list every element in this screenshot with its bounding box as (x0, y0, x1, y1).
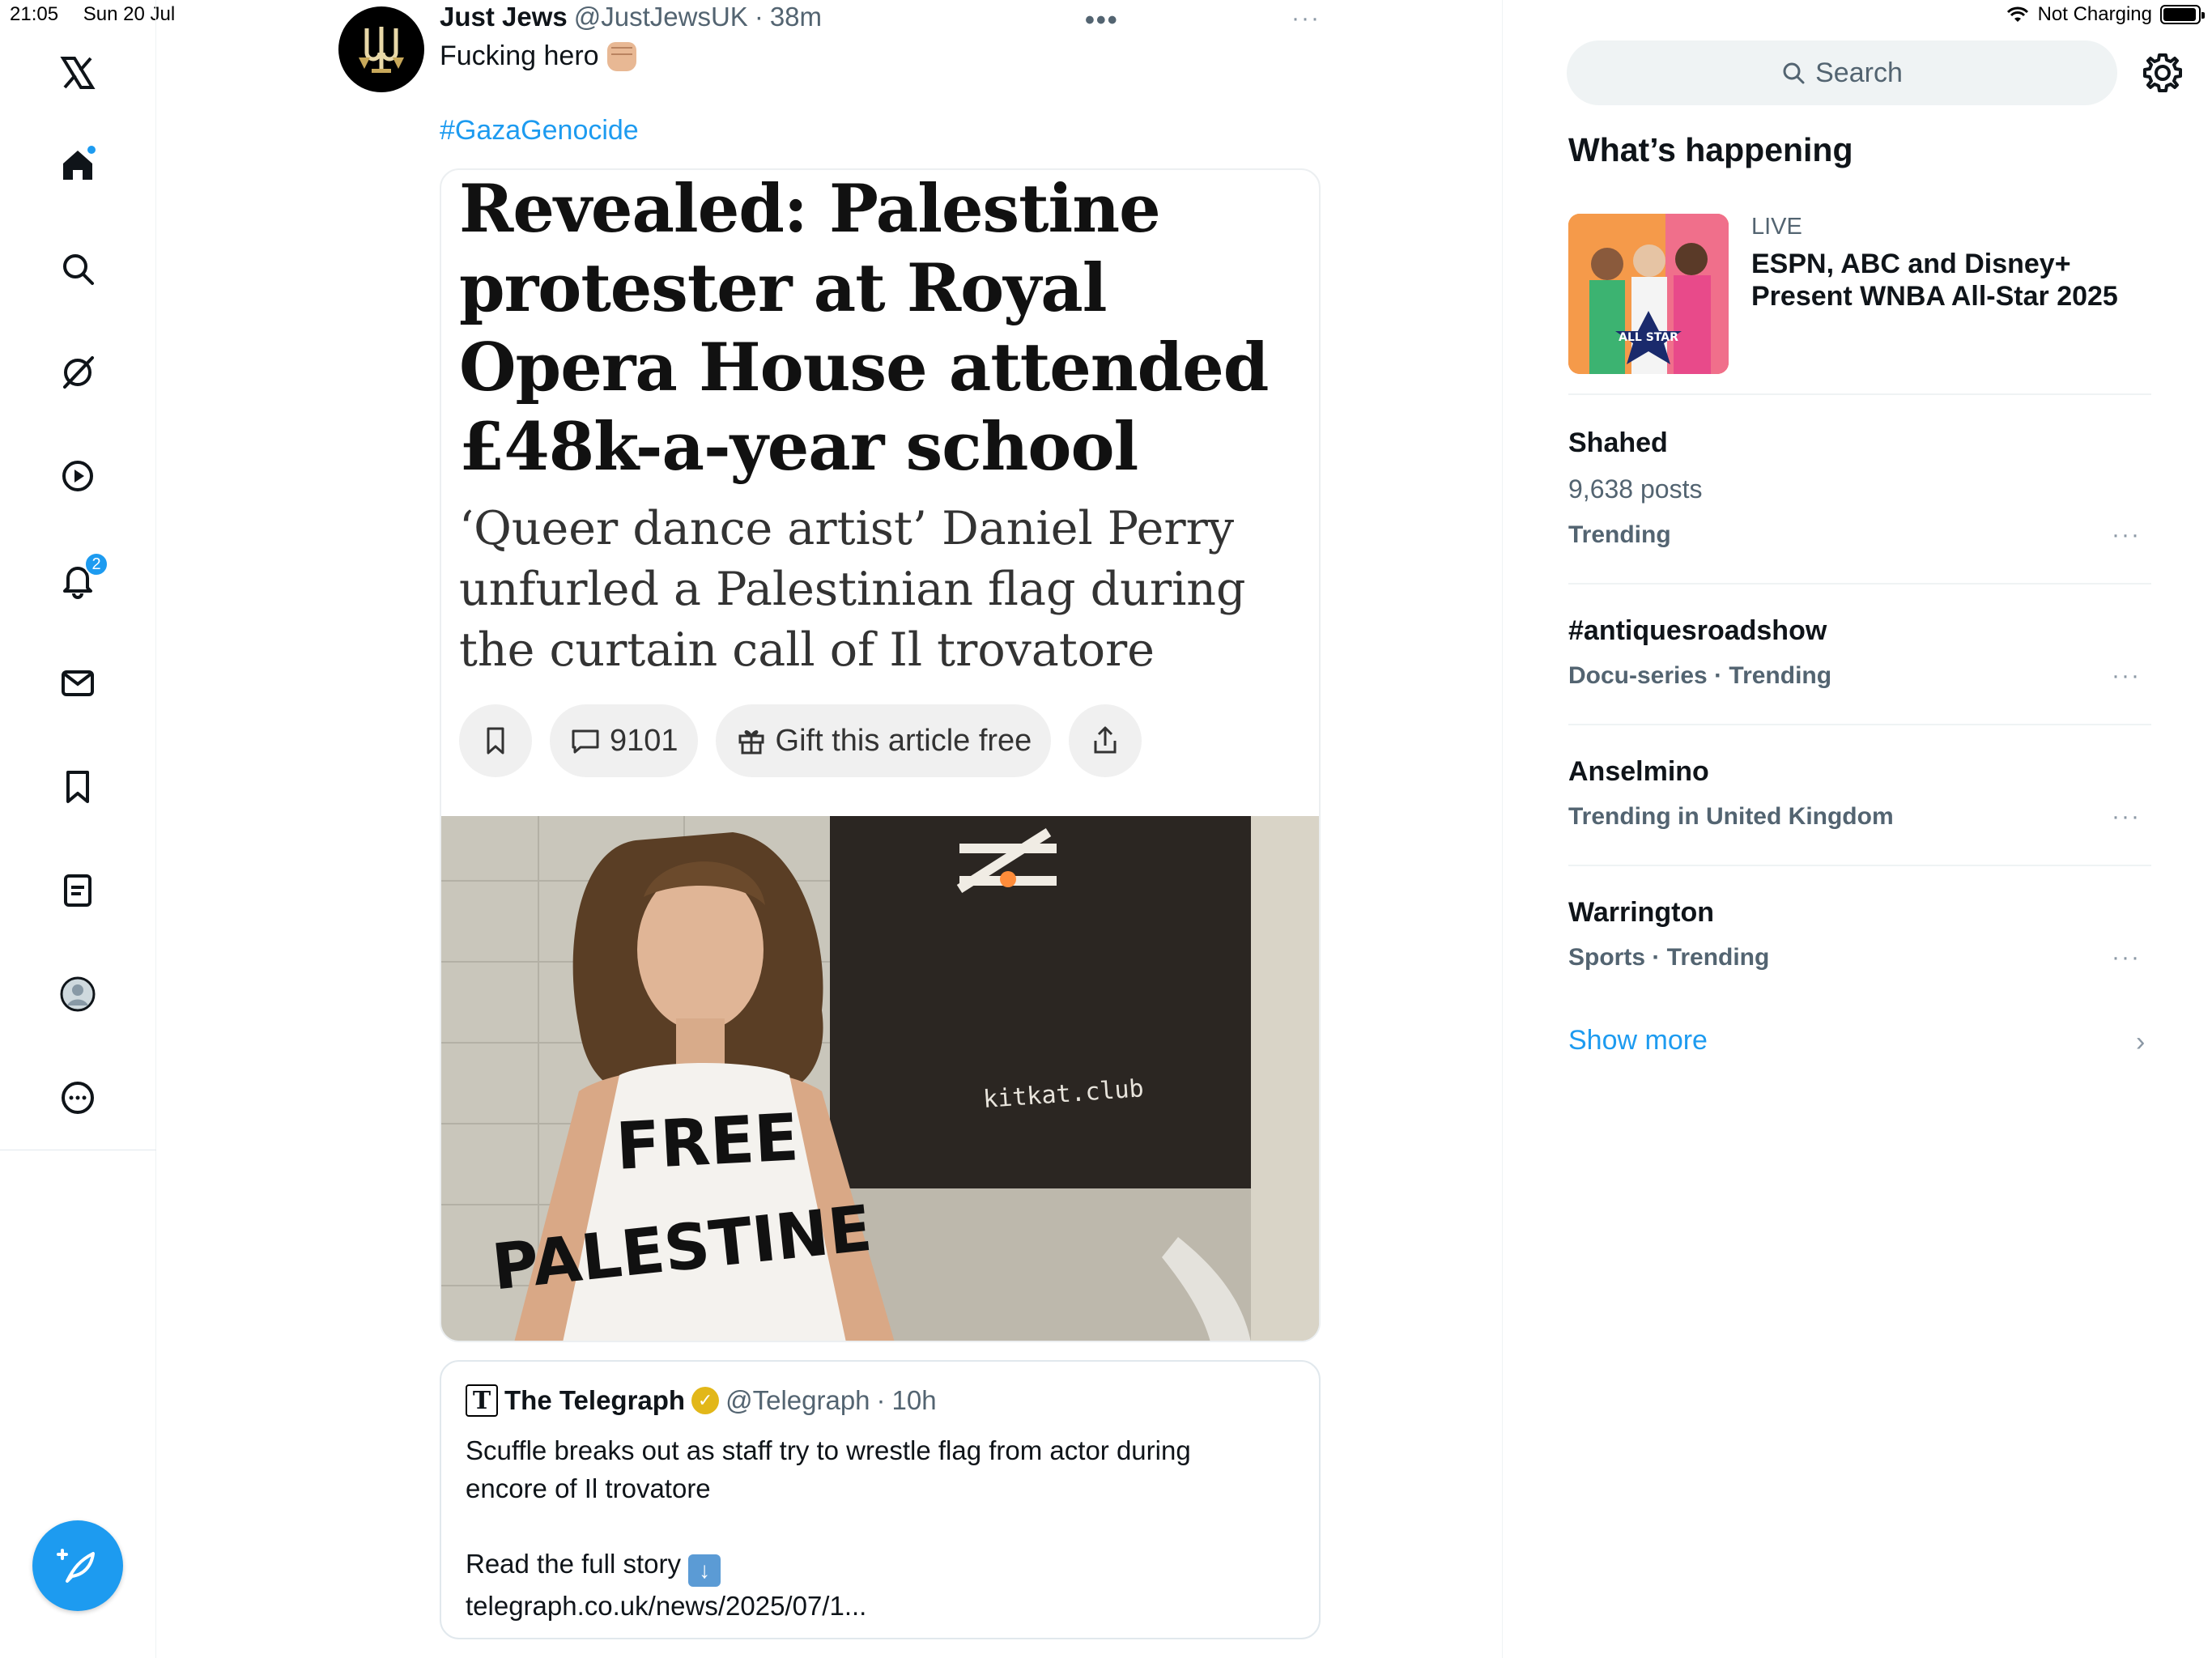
share-icon (1094, 726, 1117, 754)
trend-more-button[interactable]: ··· (2112, 662, 2141, 690)
notifications-icon[interactable]: 2 (45, 547, 110, 612)
protester-photo: kitkat.club FREE PALESTINE (441, 816, 1319, 1341)
lists-icon[interactable] (45, 858, 110, 923)
article-screenshot-card[interactable]: Revealed: Palestine protester at Royal O… (440, 168, 1321, 1342)
quoted-link[interactable]: telegraph.co.uk/news/2025/07/1... (466, 1587, 1275, 1625)
photo-shirt-text-line1: FREE (615, 1099, 801, 1184)
battery-icon (2160, 5, 2205, 24)
bookmarks-icon[interactable] (45, 755, 110, 819)
live-label: LIVE (1751, 214, 1802, 240)
raised-fist-emoji-icon (606, 41, 636, 71)
verified-badge-icon: ✓ (691, 1387, 720, 1414)
tweet-time[interactable]: 38m (770, 2, 822, 32)
article-gift-label: Gift this article free (775, 723, 1032, 758)
sidebar-nav: 2 (0, 0, 156, 1658)
tweet-header: Just Jews @JustJewsUK · 38m (440, 2, 822, 32)
search-icon[interactable] (45, 236, 110, 301)
trend-posts: 9,638 posts (1568, 474, 1703, 504)
trend-meta: Trending (1568, 521, 1671, 548)
article-gift-button[interactable]: Gift this article free (715, 704, 1052, 777)
more-options-icon[interactable] (45, 1065, 110, 1130)
chevron-right-icon: › (2136, 1027, 2146, 1057)
settings-gear-icon[interactable] (2140, 50, 2185, 96)
trend-name[interactable]: #antiquesroadshow (1568, 615, 1827, 647)
trend-name[interactable]: Anselmino (1568, 756, 1709, 788)
grok-icon[interactable] (45, 340, 110, 405)
article-photo: kitkat.club FREE PALESTINE (441, 816, 1319, 1341)
column-divider (1502, 0, 1503, 1658)
compose-button[interactable] (32, 1520, 123, 1611)
article-comment-count: 9101 (610, 723, 678, 758)
video-icon[interactable] (45, 444, 110, 508)
trend-divider (1568, 865, 2151, 866)
search-field-icon (1783, 62, 1805, 84)
scales-logo-icon (359, 27, 404, 73)
comment-icon (572, 729, 599, 754)
profile-avatar-icon[interactable] (45, 962, 110, 1027)
battery-level (2163, 8, 2196, 21)
quoted-author-handle[interactable]: @Telegraph (725, 1385, 870, 1416)
trend-divider (1568, 583, 2151, 585)
live-event-image: ALL STAR (1568, 214, 1729, 374)
trend-name[interactable]: Warrington (1568, 897, 1714, 929)
tweet-hashtag[interactable]: #GazaGenocide (440, 115, 639, 147)
trend-divider (1568, 724, 2151, 725)
down-arrow-emoji-icon: ↓ (688, 1554, 721, 1587)
home-icon[interactable] (45, 133, 110, 198)
article-headline: Revealed: Palestine protester at Royal O… (459, 171, 1269, 486)
home-unread-dot (86, 144, 97, 155)
charging-status: Not Charging (2037, 3, 2152, 25)
notifications-badge: 2 (84, 552, 108, 576)
live-event-thumbnail[interactable]: ALL STAR (1568, 214, 1729, 374)
tweet-separator: · (754, 2, 764, 32)
article-comments-button[interactable]: 9101 (550, 704, 698, 777)
tweet-author-name[interactable]: Just Jews (440, 2, 568, 32)
trend-name[interactable]: Shahed (1568, 427, 1668, 459)
tweet-more-button[interactable]: ••• (1085, 5, 1119, 36)
article-actions: 9101 Gift this article free (459, 704, 1142, 777)
trend-more-button[interactable]: ··· (2112, 521, 2141, 549)
trend-divider (1568, 393, 2151, 395)
quoted-tweet[interactable]: T The Telegraph ✓ @Telegraph · 10h Scuff… (440, 1360, 1321, 1639)
article-bookmark-button[interactable] (459, 704, 532, 777)
quoted-time[interactable]: 10h (892, 1385, 937, 1416)
tweet-author-handle[interactable]: @JustJewsUK (574, 2, 748, 32)
tweet-text-content: Fucking hero (440, 40, 599, 71)
live-event-title[interactable]: ESPN, ABC and Disney+ Present WNBA All-S… (1751, 248, 2156, 312)
gift-icon (738, 730, 764, 755)
tweet-text: Fucking hero (440, 40, 636, 72)
live-thumb-text: ALL STAR (1619, 331, 1678, 344)
article-share-button[interactable] (1069, 704, 1142, 777)
whats-happening-title: What’s happening (1568, 131, 1853, 168)
show-more-link[interactable]: Show more (1568, 1025, 1708, 1056)
quoted-read-more: Read the full story (466, 1549, 681, 1579)
article-standfirst: ‘Queer dance artist’ Daniel Perry unfurl… (459, 502, 1246, 677)
status-bar-right: Not Charging (2006, 3, 2205, 26)
telegraph-logo-icon: T (466, 1384, 498, 1417)
trend-meta: Sports · Trending (1568, 944, 1770, 971)
quoted-separator: · (876, 1385, 886, 1415)
search-placeholder: Search (1815, 57, 1903, 88)
tweet-author-avatar[interactable] (338, 6, 424, 92)
trend-more-button[interactable]: ··· (2112, 803, 2141, 831)
quoted-tweet-header: T The Telegraph ✓ @Telegraph · 10h (466, 1384, 937, 1417)
quoted-tweet-body: Scuffle breaks out as staff try to wrest… (466, 1431, 1275, 1625)
x-logo-icon[interactable] (45, 40, 110, 105)
quoted-tweet-text: Scuffle breaks out as staff try to wrest… (466, 1435, 1191, 1503)
bookmark-icon (487, 727, 504, 755)
tweet-menu-button[interactable]: ··· (1291, 5, 1321, 32)
trend-meta: Docu-series · Trending (1568, 662, 1832, 689)
search-input[interactable]: Search (1567, 40, 2117, 105)
wifi-icon (2006, 6, 2028, 22)
trend-more-button[interactable]: ··· (2112, 944, 2141, 971)
compose-feather-icon (57, 1549, 95, 1583)
quoted-author-name[interactable]: The Telegraph (504, 1385, 685, 1416)
messages-icon[interactable] (45, 651, 110, 716)
trend-meta: Trending in United Kingdom (1568, 803, 1894, 830)
